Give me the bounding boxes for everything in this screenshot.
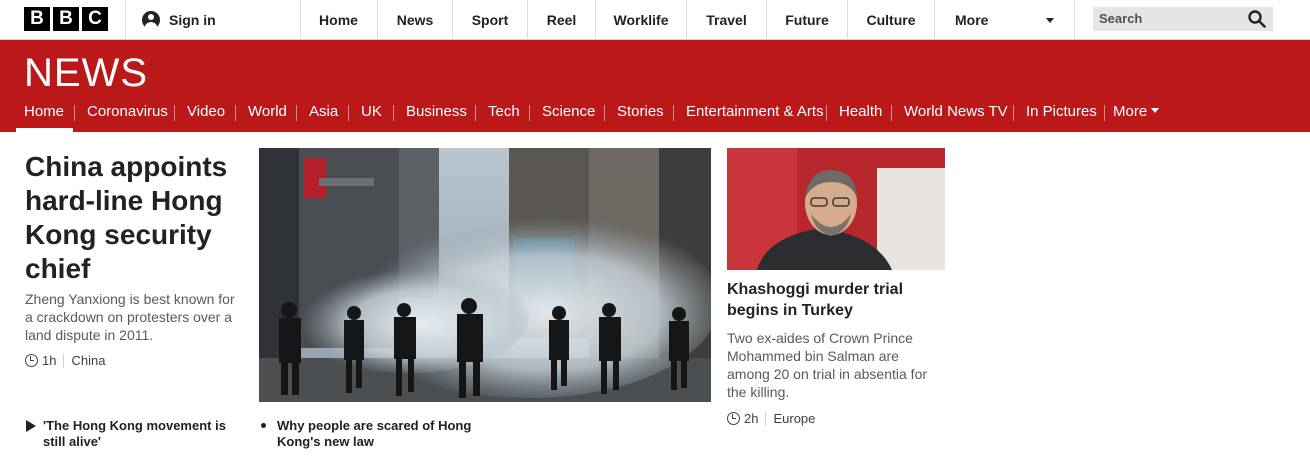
bullet-icon <box>261 423 266 428</box>
protest-photo <box>259 148 711 402</box>
divider <box>604 105 605 121</box>
news-nav-uk[interactable]: UK <box>361 103 382 123</box>
news-nav-video[interactable]: Video <box>187 103 225 123</box>
user-icon <box>142 11 160 29</box>
news-nav-more[interactable]: More <box>1113 103 1160 123</box>
news-nav-science[interactable]: Science <box>542 103 595 123</box>
active-nav-indicator <box>16 128 73 132</box>
global-nav-reel[interactable]: Reel <box>528 0 596 40</box>
divider <box>475 105 476 121</box>
global-nav-worklife[interactable]: Worklife <box>596 0 687 40</box>
related-link-article[interactable]: Why people are scared of Hong Kong's new… <box>277 418 497 450</box>
more-label: More <box>1113 103 1148 120</box>
logo-letter: B <box>24 7 50 31</box>
news-banner: NEWS Home Coronavirus Video World Asia U… <box>0 40 1310 132</box>
news-nav-world-news-tv[interactable]: World News TV <box>904 103 1008 123</box>
chevron-down-icon <box>1151 108 1160 113</box>
news-nav-world[interactable]: World <box>248 103 287 123</box>
global-nav-home[interactable]: Home <box>300 0 378 40</box>
divider <box>765 411 767 426</box>
global-nav-travel[interactable]: Travel <box>687 0 767 40</box>
clock-icon <box>727 412 740 425</box>
divider <box>826 105 827 121</box>
news-wordmark[interactable]: NEWS <box>24 51 148 96</box>
sign-in-label: Sign in <box>169 12 216 28</box>
divider <box>1104 105 1105 121</box>
sign-in-link[interactable]: Sign in <box>142 11 216 29</box>
divider <box>529 105 530 121</box>
divider <box>673 105 674 121</box>
side-meta: 2h Europe <box>727 411 815 426</box>
play-icon <box>26 420 36 432</box>
bbc-logo[interactable]: B B C <box>24 7 108 31</box>
divider <box>296 105 297 121</box>
lead-summary: Zheng Yanxiong is best known for a crack… <box>25 291 235 343</box>
news-nav-tech[interactable]: Tech <box>488 103 520 123</box>
side-headline[interactable]: Khashoggi murder trial begins in Turkey <box>727 279 945 321</box>
lead-meta: 1h China <box>25 353 105 368</box>
global-nav-culture[interactable]: Culture <box>848 0 935 40</box>
news-nav-stories[interactable]: Stories <box>617 103 664 123</box>
global-nav-bar: B B C Sign in Home News Sport Reel Workl… <box>0 0 1310 40</box>
news-nav-in-pictures[interactable]: In Pictures <box>1026 103 1097 123</box>
news-nav-health[interactable]: Health <box>839 103 882 123</box>
lead-story-image[interactable] <box>259 148 711 402</box>
section-tag[interactable]: Europe <box>773 411 815 426</box>
side-summary: Two ex-aides of Crown Prince Mohammed bi… <box>727 330 928 400</box>
divider <box>891 105 892 121</box>
search-input[interactable]: Search <box>1093 7 1273 31</box>
timestamp: 1h <box>42 353 57 368</box>
news-nav-entertainment-arts[interactable]: Entertainment & Arts <box>686 103 824 123</box>
global-nav-sport[interactable]: Sport <box>453 0 528 40</box>
search-placeholder: Search <box>1099 11 1143 26</box>
side-story-image[interactable] <box>727 148 945 270</box>
search-icon[interactable] <box>1248 10 1266 28</box>
news-nav-asia[interactable]: Asia <box>309 103 338 123</box>
global-nav-future[interactable]: Future <box>767 0 848 40</box>
timestamp: 2h <box>744 411 759 426</box>
portrait-photo <box>727 148 945 270</box>
chevron-down-icon <box>1046 18 1054 23</box>
global-nav-more[interactable]: More <box>935 0 1075 40</box>
logo-letter: C <box>82 7 108 31</box>
divider <box>348 105 349 121</box>
divider <box>393 105 394 121</box>
section-tag[interactable]: China <box>71 353 105 368</box>
news-nav-coronavirus[interactable]: Coronavirus <box>87 103 168 123</box>
more-label: More <box>955 12 989 28</box>
logo-letter: B <box>53 7 79 31</box>
news-nav-business[interactable]: Business <box>406 103 467 123</box>
clock-icon <box>25 354 38 367</box>
divider <box>125 0 126 40</box>
divider <box>74 105 75 121</box>
divider <box>235 105 236 121</box>
divider <box>63 353 65 368</box>
divider <box>174 105 175 121</box>
divider <box>1013 105 1014 121</box>
lead-headline[interactable]: China appoints hard-line Hong Kong secur… <box>25 150 245 286</box>
global-nav-news[interactable]: News <box>378 0 453 40</box>
related-link-video[interactable]: 'The Hong Kong movement is still alive' <box>43 418 243 450</box>
news-nav-home[interactable]: Home <box>24 103 64 123</box>
